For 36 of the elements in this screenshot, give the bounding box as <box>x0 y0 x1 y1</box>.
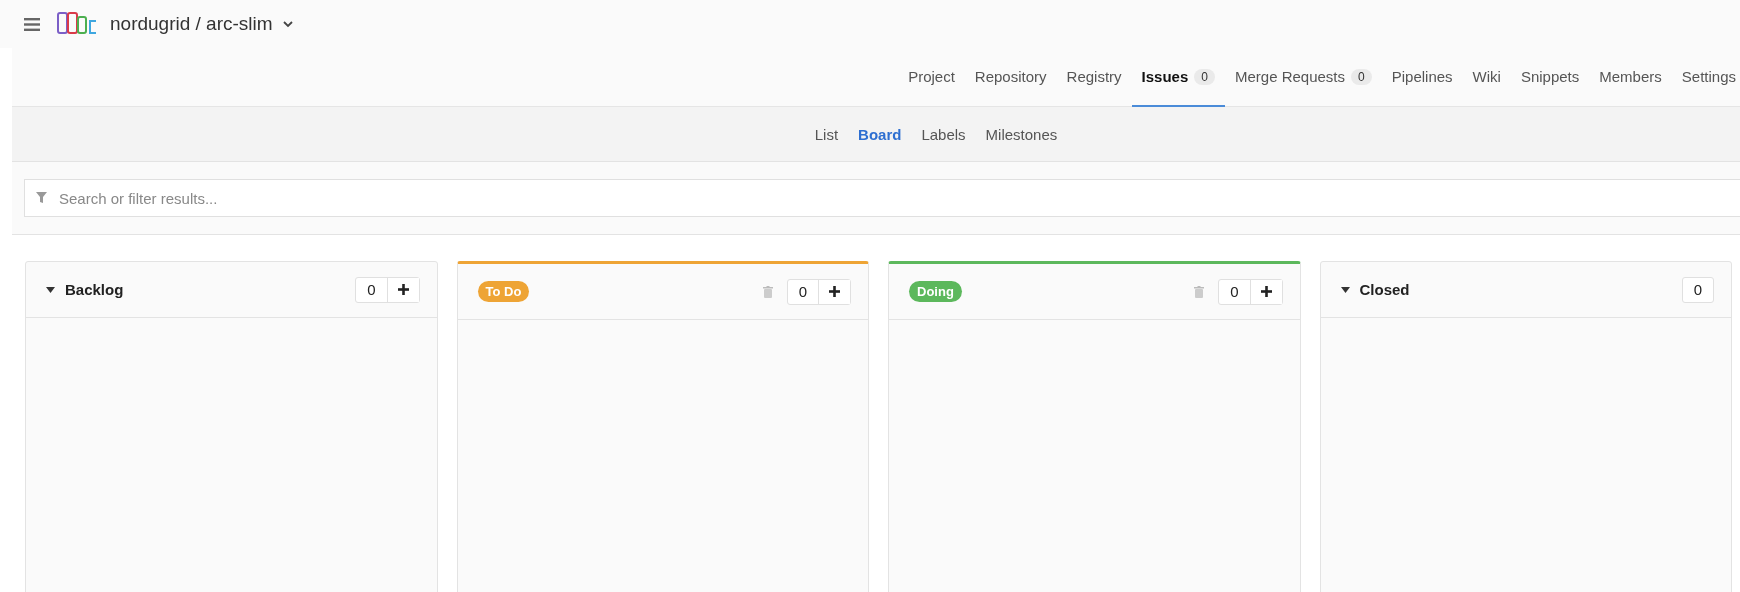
menu-icon[interactable] <box>24 17 40 31</box>
add-issue-button[interactable] <box>1249 279 1282 304</box>
nav-tab[interactable]: Registry <box>1056 48 1132 107</box>
subnav-tab[interactable]: List <box>804 107 849 161</box>
list-label: To Do <box>477 281 530 302</box>
nav-tab[interactable]: Wiki <box>1462 48 1511 107</box>
count-badge: 0 <box>1351 68 1372 85</box>
list-title: Closed <box>1359 281 1410 298</box>
project-title[interactable]: nordugrid / arc-slim <box>110 13 273 35</box>
issue-count: 0 <box>366 280 377 300</box>
search-field[interactable]: Search or filter results... <box>24 179 1740 217</box>
nav-tab[interactable]: Pipelines <box>1381 48 1463 107</box>
issue-count: 0 <box>1692 280 1703 300</box>
subnav-tab[interactable]: Milestones <box>975 107 1068 161</box>
nav-tab[interactable]: Merge Requests 0 <box>1224 48 1382 107</box>
list-label: Doing <box>909 281 962 302</box>
subnav-tab[interactable]: Board <box>848 107 912 161</box>
nav-tab[interactable]: Members <box>1589 48 1672 107</box>
nav-tab[interactable]: Repository <box>964 48 1057 107</box>
add-issue-button[interactable] <box>386 277 419 302</box>
list-title: Backlog <box>65 281 124 298</box>
nav-tab[interactable]: Project <box>898 48 965 107</box>
issue-count: 0 <box>1229 282 1240 302</box>
nav-tab[interactable]: Snippets <box>1510 48 1590 107</box>
caret-icon[interactable] <box>46 286 55 293</box>
issue-count: 0 <box>797 282 808 302</box>
plus-icon <box>397 284 409 295</box>
add-issue-button[interactable] <box>818 279 850 304</box>
subnav-tab[interactable]: Labels <box>911 107 976 161</box>
caret-icon[interactable] <box>1340 286 1350 293</box>
nav-tab[interactable]: Settings <box>1671 48 1740 107</box>
plus-icon <box>1260 286 1272 297</box>
chevron-down-icon[interactable] <box>282 20 293 28</box>
plus-icon <box>829 286 840 297</box>
count-badge: 0 <box>1194 68 1215 85</box>
filter-icon <box>36 192 47 203</box>
